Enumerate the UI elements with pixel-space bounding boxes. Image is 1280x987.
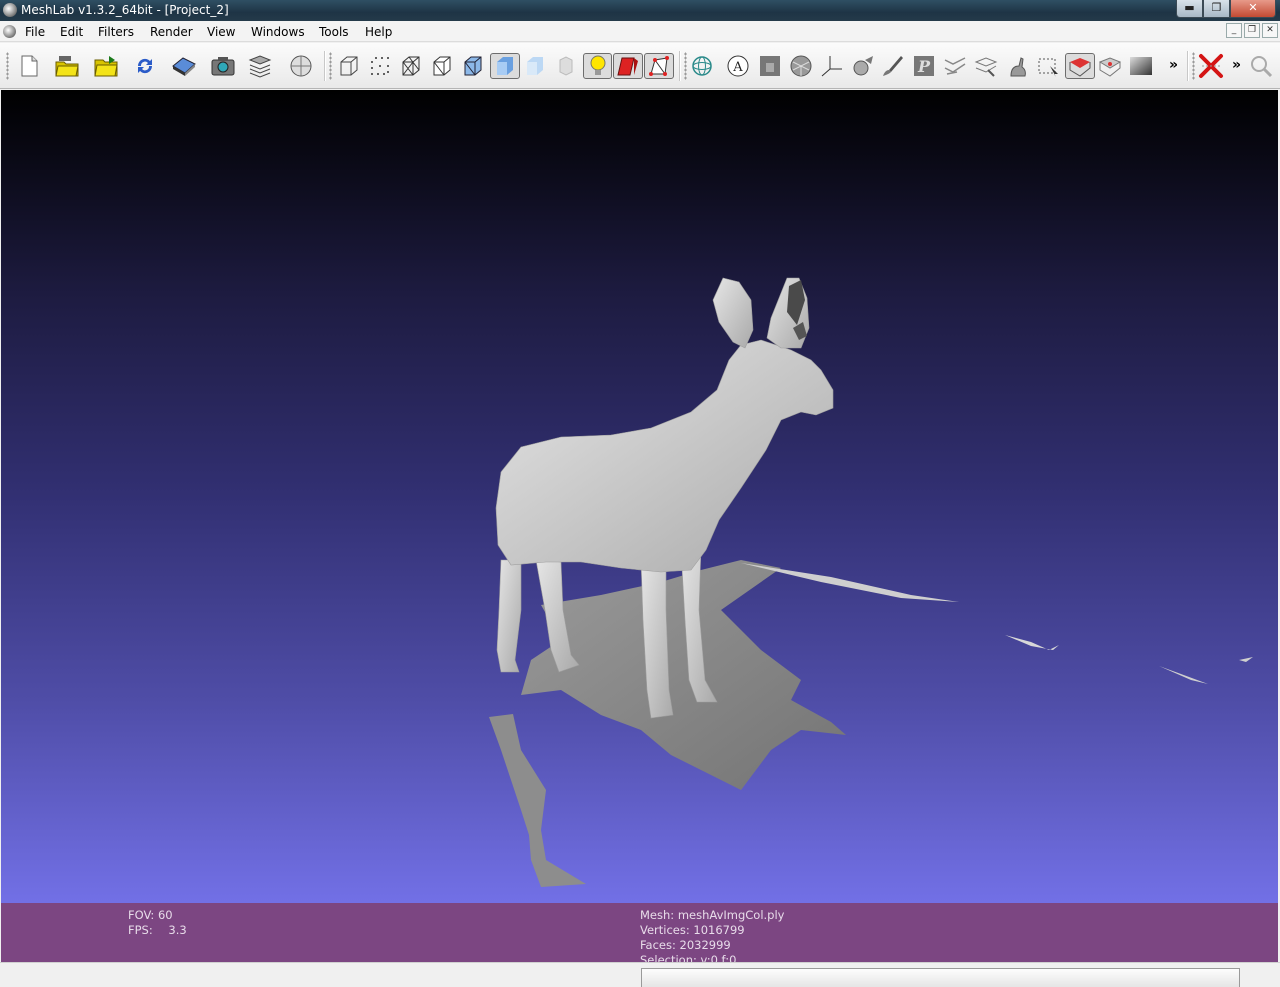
svg-text:P: P [917,57,931,76]
menu-filters[interactable]: Filters [98,25,134,39]
vertices-value: 1016799 [693,923,745,937]
minimize-button[interactable]: ▬ [1176,0,1203,18]
title-bar: MeshLab v1.3.2_64bit - [Project_2] ▬ ❐ ✕ [0,0,1280,21]
toolbar-separator [1187,51,1189,81]
layer-dialog-panel[interactable] [641,968,1240,987]
window-title: MeshLab v1.3.2_64bit - [Project_2] [21,3,229,17]
bounding-box-icon[interactable] [336,53,362,79]
flat-icon[interactable] [490,53,520,79]
toolbar-separator [324,51,326,81]
faces-value: 2032999 [679,938,731,952]
fragment-icon[interactable] [788,53,814,79]
menu-bar: File Edit Filters Render View Windows To… [0,21,1280,42]
fps-label: FPS: [128,923,153,937]
mesh-render[interactable] [1,90,1278,903]
selection-value: v:0 f:0 [700,953,737,962]
fov-value: 60 [157,908,173,922]
hidden-lines-icon[interactable] [429,53,455,79]
delete-icon[interactable] [1198,53,1224,79]
ground-streak [741,563,959,602]
texture-icon[interactable] [553,53,579,79]
menu-file[interactable]: File [25,25,45,39]
bottom-dock [0,962,1280,987]
faces-readout: Faces: 2032999 [640,938,731,952]
toolbar-grip[interactable] [329,52,332,80]
vertices-label: Vertices: [640,923,690,937]
mesh-label: Mesh: [640,908,675,922]
toolbar-grip[interactable] [1192,52,1195,80]
close-button[interactable]: ✕ [1230,0,1276,18]
import-mesh-icon[interactable] [93,53,119,79]
select-faces-icon[interactable] [1065,53,1095,79]
manipulate-icon[interactable] [973,53,999,79]
mdi-restore-button[interactable]: ❐ [1244,23,1260,38]
restore-button[interactable]: ❐ [1203,0,1230,18]
backface-icon[interactable] [613,53,643,79]
rasterize-icon[interactable] [757,53,783,79]
floating-fragment [1005,635,1059,650]
document-menu-icon[interactable] [3,25,16,38]
smooth-icon[interactable] [522,53,548,79]
align-icon[interactable] [942,53,968,79]
ground-strip [489,714,586,887]
annotate-icon[interactable]: A [725,53,751,79]
snapshot-camera-icon[interactable] [210,53,236,79]
axis-icon[interactable] [819,53,845,79]
fps-value: 3.3 [168,923,187,937]
reload-icon[interactable] [132,53,158,79]
new-project-icon[interactable] [16,53,42,79]
fps-readout: FPS: 3.3 [128,923,187,937]
layers-icon[interactable] [247,53,273,79]
paint-bucket-icon[interactable] [850,53,876,79]
menu-help[interactable]: Help [365,25,392,39]
select-area-icon[interactable] [1035,53,1061,79]
open-project-icon[interactable] [54,53,80,79]
menu-view[interactable]: View [207,25,235,39]
lighting-icon[interactable] [583,53,612,79]
raster-icon[interactable] [288,53,314,79]
toolbar-separator [679,51,681,81]
svg-text:A: A [732,60,743,75]
floating-fragment [1239,657,1253,662]
mdi-close-button[interactable]: ✕ [1262,23,1278,38]
mdi-controls: _ ❐ ✕ [1226,23,1278,38]
selected-faces-icon[interactable] [644,53,674,79]
menu-tools[interactable]: Tools [319,25,349,39]
window-controls: ▬ ❐ ✕ [1176,0,1276,18]
3d-viewport[interactable] [1,90,1278,903]
gradient-icon[interactable] [1128,53,1154,79]
toolbar: A P » » [0,43,1280,89]
toolbar-grip[interactable] [6,52,9,80]
mesh-value: meshAvImgCol.ply [677,908,785,922]
floating-fragment [1159,666,1208,684]
faces-label: Faces: [640,938,676,952]
points-icon[interactable] [367,53,393,79]
select-vertices-icon[interactable] [1097,53,1123,79]
search-icon[interactable] [1248,53,1274,79]
toolbar-overflow-button[interactable]: » [1169,57,1178,73]
wireframe-icon[interactable] [398,53,424,79]
selection-label: Selection: [640,953,697,962]
menu-edit[interactable]: Edit [60,25,83,39]
trackball-icon[interactable] [689,53,715,79]
info-overlay: FOV: 60 FPS: 3.3 Mesh: meshAvImgCol.ply … [1,903,1278,962]
mdi-minimize-button[interactable]: _ [1226,23,1242,38]
menu-render[interactable]: Render [150,25,193,39]
selection-readout: Selection: v:0 f:0 [640,953,736,962]
vertices-readout: Vertices: 1016799 [640,923,745,937]
toolbar-grip[interactable] [684,52,687,80]
brush-icon[interactable] [880,53,906,79]
toolbar-overflow-button-2[interactable]: » [1232,57,1241,73]
rabbit-icon[interactable] [1004,53,1030,79]
fov-label: FOV: [128,908,155,922]
quality-icon[interactable]: P [911,53,937,79]
fov-readout: FOV: 60 [128,908,173,922]
mesh-name-readout: Mesh: meshAvImgCol.ply [640,908,784,922]
menu-windows[interactable]: Windows [251,25,305,39]
flat-lines-icon[interactable] [460,53,486,79]
save-snapshot-icon[interactable] [171,53,197,79]
meshlab-app-icon[interactable] [3,3,17,17]
